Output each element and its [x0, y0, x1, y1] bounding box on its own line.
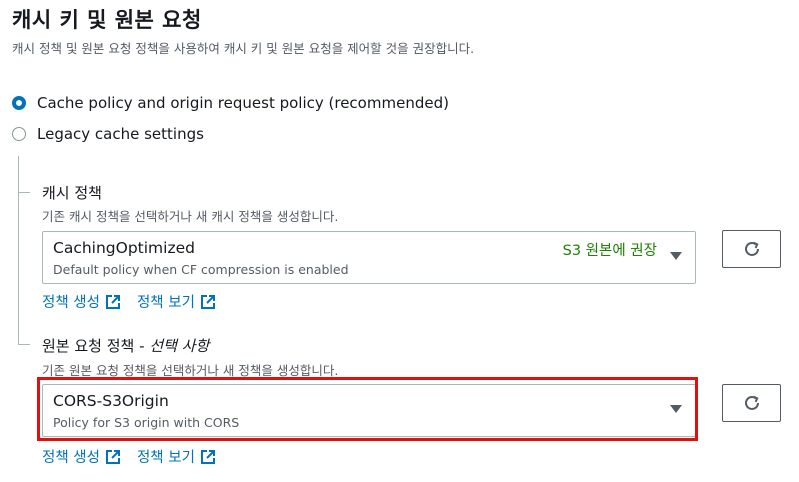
external-link-icon [200, 449, 215, 464]
radio-unselected-icon[interactable] [12, 127, 26, 141]
caret-down-icon[interactable] [670, 252, 682, 260]
tree-branch-cache [18, 192, 30, 193]
highlight-annotation [37, 377, 698, 441]
radio-option-recommended[interactable]: Cache policy and origin request policy (… [12, 94, 449, 112]
origin-policy-label: 원본 요청 정책 - 선택 사항 [42, 335, 209, 356]
external-link-icon [200, 294, 215, 309]
refresh-icon [744, 241, 759, 256]
refresh-icon [744, 395, 759, 410]
radio-selected-icon[interactable] [12, 96, 26, 110]
cache-policy-refresh-button[interactable] [722, 230, 781, 268]
origin-policy-label-text: 원본 요청 정책 - [42, 337, 145, 355]
cache-create-policy-link[interactable]: 정책 생성 [42, 291, 121, 312]
section-title: 캐시 키 및 원본 요청 [12, 8, 202, 32]
cache-view-policy-link[interactable]: 정책 보기 [137, 291, 216, 312]
origin-policy-refresh-button[interactable] [722, 384, 781, 422]
origin-create-policy-link[interactable]: 정책 생성 [42, 446, 121, 467]
cache-policy-description: 기존 캐시 정책을 선택하거나 새 캐시 정책을 생성합니다. [42, 209, 339, 224]
recommended-tag: S3 원본에 권장 [562, 243, 657, 259]
cache-policy-selected-desc: Default policy when CF compression is en… [53, 262, 349, 277]
origin-policy-optional: 선택 사항 [149, 337, 210, 355]
origin-policy-links: 정책 생성 정책 보기 [42, 446, 216, 467]
origin-view-policy-label: 정책 보기 [136, 450, 195, 466]
tree-branch-origin [18, 344, 30, 345]
cache-policy-links: 정책 생성 정책 보기 [42, 291, 216, 312]
radio-label-recommended: Cache policy and origin request policy (… [37, 94, 449, 112]
external-link-icon [105, 294, 120, 309]
cache-create-policy-label: 정책 생성 [42, 295, 100, 311]
external-link-icon [105, 449, 120, 464]
cache-policy-select[interactable]: CachingOptimized Default policy when CF … [42, 231, 696, 284]
cache-view-policy-label: 정책 보기 [136, 295, 195, 311]
radio-option-legacy[interactable]: Legacy cache settings [12, 125, 204, 143]
cache-policy-label: 캐시 정책 [42, 184, 102, 202]
section-description: 캐시 정책 및 원본 요청 정책을 사용하여 캐시 키 및 원본 요청을 제어할… [12, 41, 475, 56]
origin-create-policy-label: 정책 생성 [42, 450, 100, 466]
tree-connector-line [18, 156, 19, 344]
cache-policy-selected-value: CachingOptimized [53, 239, 195, 257]
radio-label-legacy: Legacy cache settings [37, 125, 204, 143]
origin-view-policy-link[interactable]: 정책 보기 [137, 446, 216, 467]
